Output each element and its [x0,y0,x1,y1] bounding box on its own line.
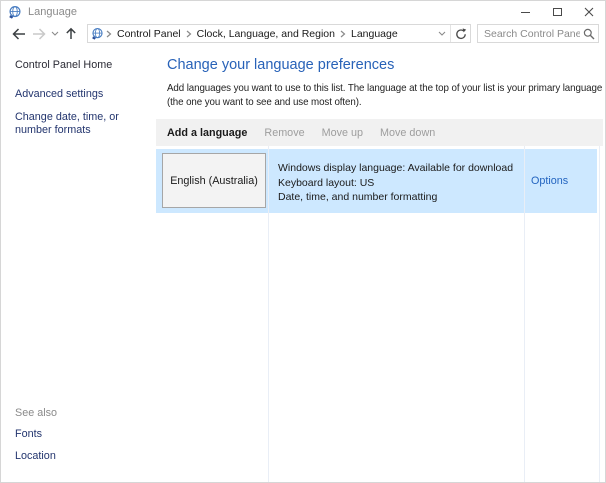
sidebar: Control Panel Home Advanced settings Cha… [1,44,156,482]
language-list: English (Australia) Windows display lang… [156,146,603,482]
see-also-header: See also [15,407,143,419]
language-breadcrumb-icon [91,24,104,44]
page-description-line1: Add languages you want to use to this li… [167,82,602,96]
sidebar-item-fonts[interactable]: Fonts [15,428,143,441]
move-up-button[interactable]: Move up [322,127,363,139]
language-display-language: Windows display language: Available for … [278,161,513,176]
up-button[interactable] [61,24,81,44]
list-column-divider [268,146,269,482]
forward-arrow-icon [32,28,46,40]
back-button[interactable] [9,24,29,44]
maximize-icon [553,8,562,16]
sidebar-item-change-date-time-formats[interactable]: Change date, time, or number formats [15,111,143,137]
breadcrumb-item-control-panel[interactable]: Control Panel [114,28,184,40]
search-button[interactable] [580,28,598,40]
page-title: Change your language preferences [167,57,394,73]
breadcrumb-item-clock-language-region[interactable]: Clock, Language, and Region [194,28,338,40]
minimize-icon [521,12,530,13]
sidebar-item-advanced-settings[interactable]: Advanced settings [15,88,143,101]
window-title: Language [28,6,77,18]
list-column-divider [524,146,525,482]
breadcrumb-separator-icon [184,30,194,38]
sidebar-item-location[interactable]: Location [15,450,143,463]
breadcrumb[interactable]: Control Panel Clock, Language, and Regio… [87,24,471,43]
sidebar-item-control-panel-home[interactable]: Control Panel Home [15,59,156,71]
titlebar: Language [1,1,605,23]
recent-pages-dropdown[interactable] [49,24,61,44]
navigation-bar: Control Panel Clock, Language, and Regio… [1,23,605,44]
list-right-edge [599,146,600,482]
page-description-line2: (the one you want to see and use most of… [167,96,602,110]
language-details: Windows display language: Available for … [278,161,513,205]
chevron-down-icon [438,31,446,36]
up-arrow-icon [65,27,77,40]
address-dropdown-button[interactable] [434,25,450,42]
add-a-language-button[interactable]: Add a language [167,127,247,139]
minimize-button[interactable] [509,1,541,23]
refresh-icon [455,28,467,40]
search-input[interactable] [478,28,580,40]
page-description: Add languages you want to use to this li… [167,82,602,109]
language-toolbar: Add a language Remove Move up Move down [156,119,603,146]
language-name-tile[interactable]: English (Australia) [162,153,266,208]
back-arrow-icon [12,28,26,40]
close-icon [584,7,594,17]
main-content: Change your language preferences Add lan… [156,44,605,482]
chevron-down-icon [51,31,59,36]
forward-button[interactable] [29,24,49,44]
move-down-button[interactable]: Move down [380,127,435,139]
refresh-button[interactable] [450,25,470,42]
maximize-button[interactable] [541,1,573,23]
language-date-time-formatting: Date, time, and number formatting [278,190,513,205]
language-row-english-australia[interactable]: English (Australia) Windows display lang… [156,149,597,213]
sidebar-see-also-section: See also Fonts Location [15,407,143,472]
breadcrumb-item-language[interactable]: Language [348,28,401,40]
options-link[interactable]: Options [531,175,568,187]
search-box [477,24,599,43]
breadcrumb-separator-icon [104,30,114,38]
remove-button[interactable]: Remove [264,127,304,139]
language-app-icon [8,2,22,22]
breadcrumb-separator-icon [338,30,348,38]
language-keyboard-layout: Keyboard layout: US [278,176,513,191]
search-icon [583,28,595,40]
close-button[interactable] [573,1,605,23]
